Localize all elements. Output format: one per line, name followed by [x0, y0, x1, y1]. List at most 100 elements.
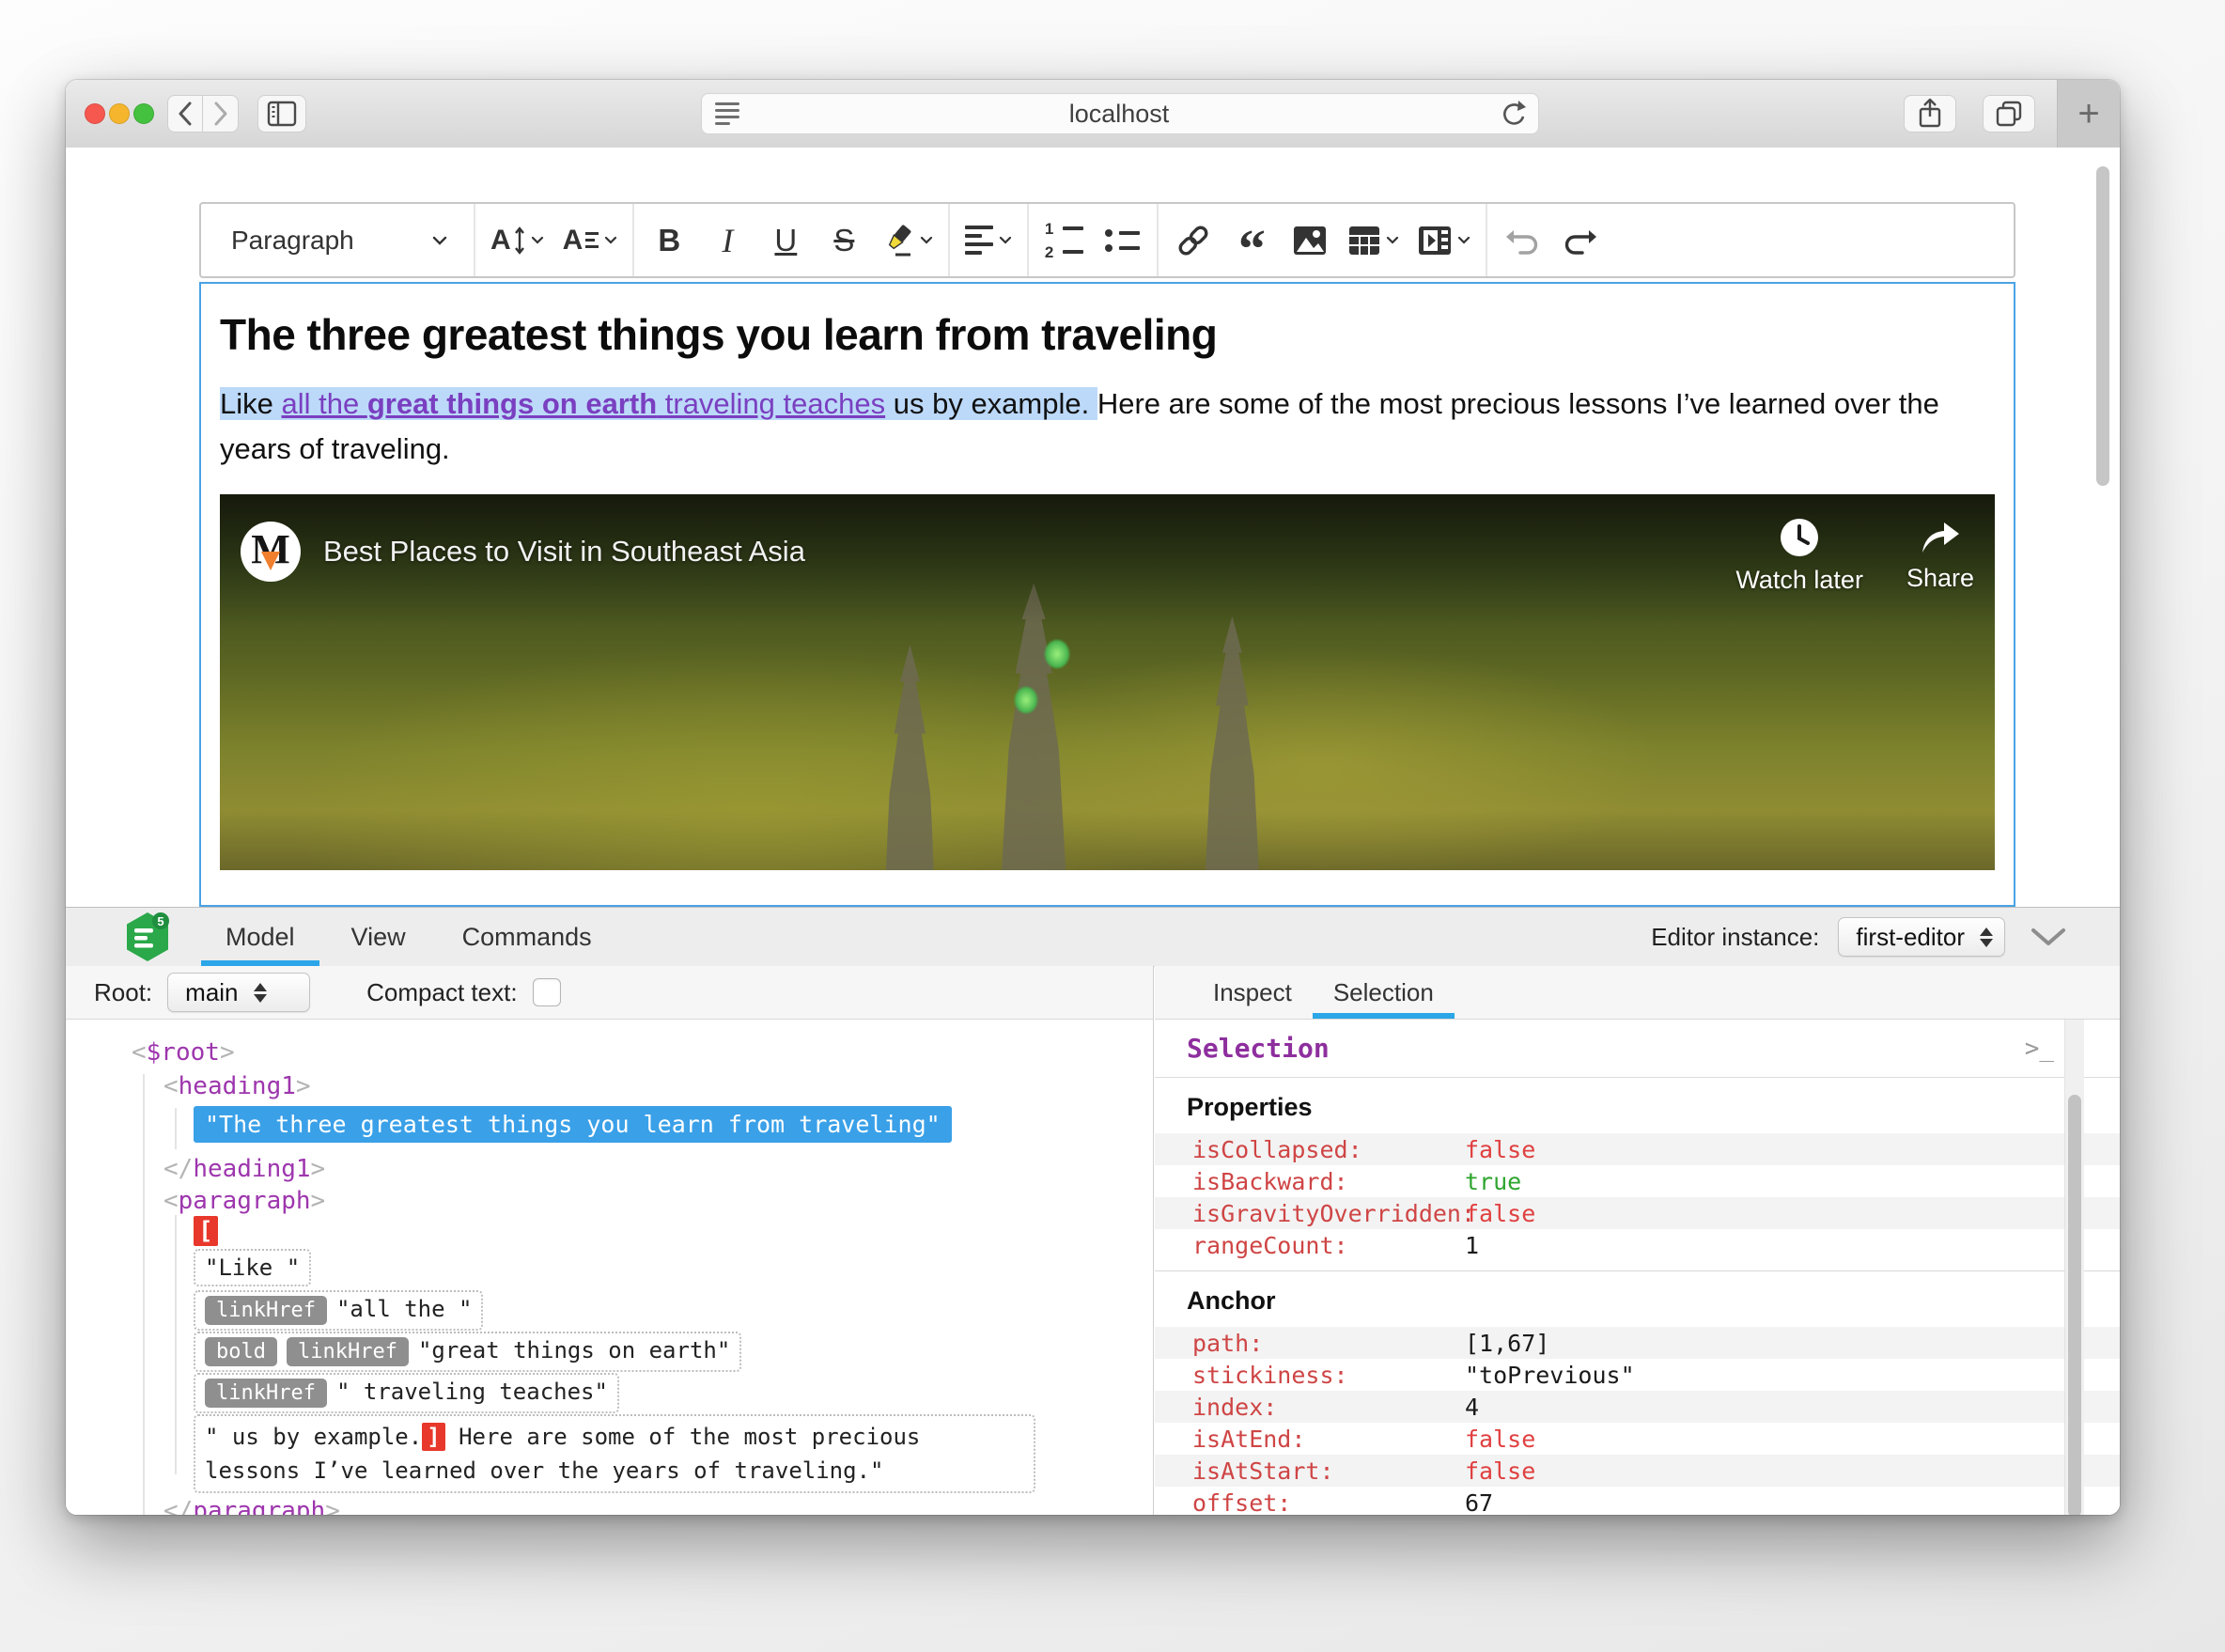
new-tab-button[interactable]: +	[2057, 80, 2120, 148]
root-select[interactable]: main	[167, 973, 311, 1012]
temple-tower	[1205, 616, 1260, 870]
zoom-window-button[interactable]	[133, 103, 154, 124]
inspector-scrollbar-thumb[interactable]	[2068, 1095, 2081, 1515]
tab-model[interactable]: Model	[201, 908, 319, 966]
plus-icon: +	[2077, 92, 2100, 134]
paragraph-style-dropdown[interactable]: Paragraph	[214, 214, 464, 267]
tree-node-heading1-close[interactable]: heading1	[163, 1155, 325, 1183]
link-text[interactable]: traveling teaches	[657, 387, 885, 420]
document-paragraph[interactable]: Like all the great things on earth trave…	[220, 382, 1995, 472]
video-title[interactable]: Best Places to Visit in Southeast Asia	[323, 535, 1692, 569]
tree-node-root[interactable]: $root	[132, 1038, 235, 1067]
selection-inspector-pane: Selection >_ Properties isCollapsed: fals…	[1155, 1020, 2120, 1515]
undo-button[interactable]	[1497, 214, 1548, 267]
reader-icon[interactable]	[715, 102, 739, 125]
minimize-window-button[interactable]	[109, 103, 130, 124]
model-options-row: Root: main Compact text:	[66, 966, 1154, 1020]
redo-button[interactable]	[1555, 214, 1606, 267]
tab-view[interactable]: View	[327, 908, 430, 966]
attribute-chip: linkHref	[205, 1296, 327, 1325]
tree-text-heading1[interactable]: "The three greatest things you learn fro…	[194, 1106, 952, 1143]
forward-button[interactable]	[203, 95, 239, 132]
page-scrollbar-thumb[interactable]	[2096, 166, 2109, 486]
toolbar-separator	[1157, 204, 1159, 276]
back-button[interactable]	[167, 95, 203, 132]
chevron-left-icon	[178, 101, 193, 126]
document-heading[interactable]: The three greatest things you learn from…	[220, 308, 1995, 363]
numbered-list-button[interactable]: 1 2	[1038, 214, 1089, 267]
align-text-icon	[965, 226, 994, 255]
table-icon	[1348, 226, 1380, 256]
tree-node-paragraph-close[interactable]: paragraph	[163, 1497, 340, 1515]
underline-button[interactable]: U	[760, 214, 811, 267]
bold-button[interactable]: B	[644, 214, 694, 267]
font-family-icon: A	[563, 225, 599, 257]
tree-text-node[interactable]: linkHref "all the "	[194, 1290, 484, 1331]
tree-text-node[interactable]: " us by example.] Here are some of the m…	[194, 1414, 1035, 1493]
share-icon	[1917, 98, 1943, 130]
share-video-button[interactable]: Share	[1906, 519, 1974, 593]
font-family-dropdown[interactable]: A	[557, 214, 624, 267]
selection-end-marker: ]	[422, 1423, 445, 1451]
selection-start-marker: [	[194, 1216, 218, 1246]
tab-commands[interactable]: Commands	[438, 908, 616, 966]
toolbar-separator	[632, 204, 635, 276]
undo-icon	[1505, 226, 1539, 256]
toolbar-separator	[948, 204, 951, 276]
chevron-down-icon	[1457, 236, 1470, 244]
tab-inspect[interactable]: Inspect	[1192, 966, 1313, 1019]
temple-tower	[885, 644, 935, 870]
tree-node-paragraph-open[interactable]: paragraph	[163, 1187, 325, 1215]
tree-text-node[interactable]: "Like "	[194, 1249, 312, 1286]
tree-node-heading1-open[interactable]: heading1	[163, 1072, 311, 1100]
select-arrows-icon	[253, 982, 267, 1003]
watch-later-button[interactable]: Watch later	[1735, 517, 1863, 595]
insert-table-dropdown[interactable]	[1343, 214, 1405, 267]
insert-media-dropdown[interactable]	[1412, 214, 1476, 267]
compact-text-checkbox[interactable]	[532, 978, 561, 1006]
tree-text-node[interactable]: linkHref " traveling teaches"	[194, 1373, 619, 1413]
ckeditor-inspector-panel: 5 Model View Commands Editor instance: f…	[66, 907, 2120, 1515]
root-label: Root:	[94, 977, 153, 1006]
share-arrow-icon	[1919, 519, 1962, 556]
indent-guide	[143, 1074, 145, 1515]
link-button[interactable]	[1168, 214, 1219, 267]
collapse-inspector-button[interactable]	[2030, 927, 2067, 947]
inspector-scrollbar-track[interactable]	[2064, 1020, 2084, 1515]
alignment-dropdown[interactable]	[959, 214, 1018, 267]
bulleted-list-button[interactable]	[1097, 214, 1147, 267]
reload-icon[interactable]	[1499, 99, 1527, 129]
editor-content-area[interactable]: The three greatest things you learn from…	[199, 282, 2015, 907]
chevron-down-icon	[432, 236, 447, 245]
side-tabs-row: Inspect Selection	[1155, 966, 2120, 1020]
sidebar-toggle-button[interactable]	[257, 95, 306, 132]
chevron-down-icon	[531, 236, 544, 244]
property-row: isAtEnd: false	[1192, 1425, 1536, 1453]
block-quote-button[interactable]: “	[1226, 214, 1277, 275]
foliage-highlight	[1015, 686, 1038, 713]
highlight-dropdown[interactable]	[877, 214, 939, 267]
tab-selection[interactable]: Selection	[1312, 966, 1455, 1019]
channel-avatar[interactable]: M	[241, 522, 301, 583]
link-text-bold[interactable]: great things on earth	[367, 387, 657, 420]
tree-text-node[interactable]: bold linkHref "great things on earth"	[194, 1332, 742, 1372]
tab-overview-button[interactable]	[1983, 95, 2035, 132]
youtube-embed[interactable]: M Best Places to Visit in Southeast Asia…	[220, 493, 1995, 870]
web-page: Paragraph A A B I U S 1 2 “ The three gr…	[66, 148, 2120, 1515]
editor-instance-select[interactable]: first-editor	[1838, 917, 2005, 957]
property-row: rangeCount: 1	[1192, 1231, 1480, 1259]
bulleted-list-icon	[1104, 228, 1140, 252]
log-to-console-icon[interactable]: >_	[2025, 1035, 2054, 1063]
anchor-section-header: Anchor	[1155, 1270, 2120, 1327]
strikethrough-button[interactable]: S	[818, 214, 869, 267]
close-window-button[interactable]	[85, 103, 105, 124]
inspector-tabs: Model View Commands	[201, 908, 616, 966]
font-size-dropdown[interactable]: A	[485, 214, 550, 267]
address-bar[interactable]: localhost	[701, 93, 1539, 134]
link-text[interactable]: all the	[281, 387, 366, 420]
share-button[interactable]	[1904, 95, 1956, 132]
toolbar-separator	[474, 204, 475, 276]
insert-image-button[interactable]	[1284, 214, 1335, 267]
italic-button[interactable]: I	[702, 214, 753, 267]
chevron-down-icon	[1386, 236, 1399, 244]
